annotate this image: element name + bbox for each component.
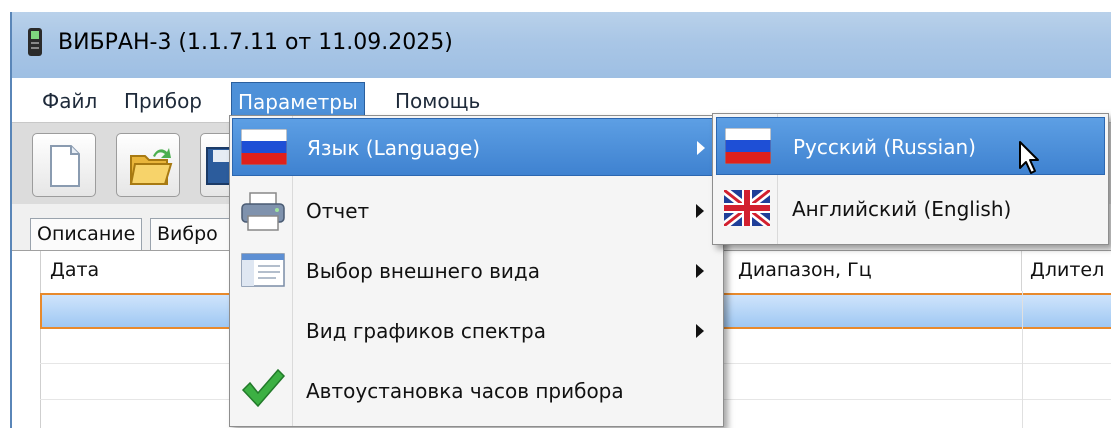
russian-flag-icon	[241, 129, 287, 165]
menu-item-russian[interactable]: Русский (Russian)	[716, 117, 1105, 175]
new-document-icon	[50, 145, 80, 187]
tab-description[interactable]: Описание	[30, 218, 143, 250]
tab-vibro[interactable]: Вибро	[150, 218, 230, 250]
menu-item-label: Вид графиков спектра	[306, 319, 546, 343]
column-header-range[interactable]: Диапазон, Гц	[730, 251, 1022, 291]
menu-item-auto-clock[interactable]: Автоустановка часов прибора	[232, 362, 721, 420]
menu-item-appearance[interactable]: Выбор внешнего вида	[232, 242, 721, 300]
printer-icon	[241, 192, 285, 231]
submenu-arrow-icon	[697, 141, 705, 155]
mouse-cursor-icon	[1019, 141, 1039, 174]
window-layout-icon	[241, 253, 285, 287]
window-title: ВИБРАН-3 (1.1.7.11 от 11.09.2025)	[58, 30, 453, 55]
open-folder-icon	[129, 148, 173, 185]
menu-item-label: Русский (Russian)	[793, 135, 976, 159]
menu-item-report[interactable]: Отчет	[232, 182, 721, 240]
title-bar[interactable]: ВИБРАН-3 (1.1.7.11 от 11.09.2025)	[12, 12, 1111, 78]
table-column-divider	[1022, 291, 1023, 428]
russian-flag-icon	[725, 128, 771, 164]
parameters-dropdown: Язык (Language) Отчет Выбор внешнего вид…	[229, 115, 724, 427]
menu-item-language[interactable]: Язык (Language)	[232, 118, 721, 176]
uk-flag-icon	[724, 190, 770, 226]
submenu-arrow-icon	[696, 204, 704, 218]
menu-item-english[interactable]: Английский (English)	[716, 180, 1105, 238]
language-submenu: Русский (Russian) Английский (English)	[712, 113, 1109, 245]
new-button[interactable]	[32, 133, 96, 197]
submenu-arrow-icon	[696, 264, 704, 278]
menu-file[interactable]: Файл	[36, 82, 103, 122]
checkmark-icon	[241, 368, 286, 408]
menu-item-spectrum-view[interactable]: Вид графиков спектра	[232, 302, 721, 360]
column-header-date[interactable]: Дата	[42, 251, 242, 291]
menu-item-label: Выбор внешнего вида	[306, 259, 540, 283]
menu-device[interactable]: Прибор	[118, 82, 208, 122]
table-left-border	[40, 251, 41, 428]
device-icon	[28, 28, 42, 56]
menu-item-label: Отчет	[306, 199, 370, 223]
menu-item-label: Автоустановка часов прибора	[306, 379, 624, 403]
open-button[interactable]	[116, 133, 180, 197]
submenu-arrow-icon	[696, 324, 704, 338]
menu-item-label: Язык (Language)	[307, 136, 481, 160]
column-header-duration[interactable]: Длител	[1022, 251, 1111, 291]
menu-item-label: Английский (English)	[792, 197, 1012, 221]
